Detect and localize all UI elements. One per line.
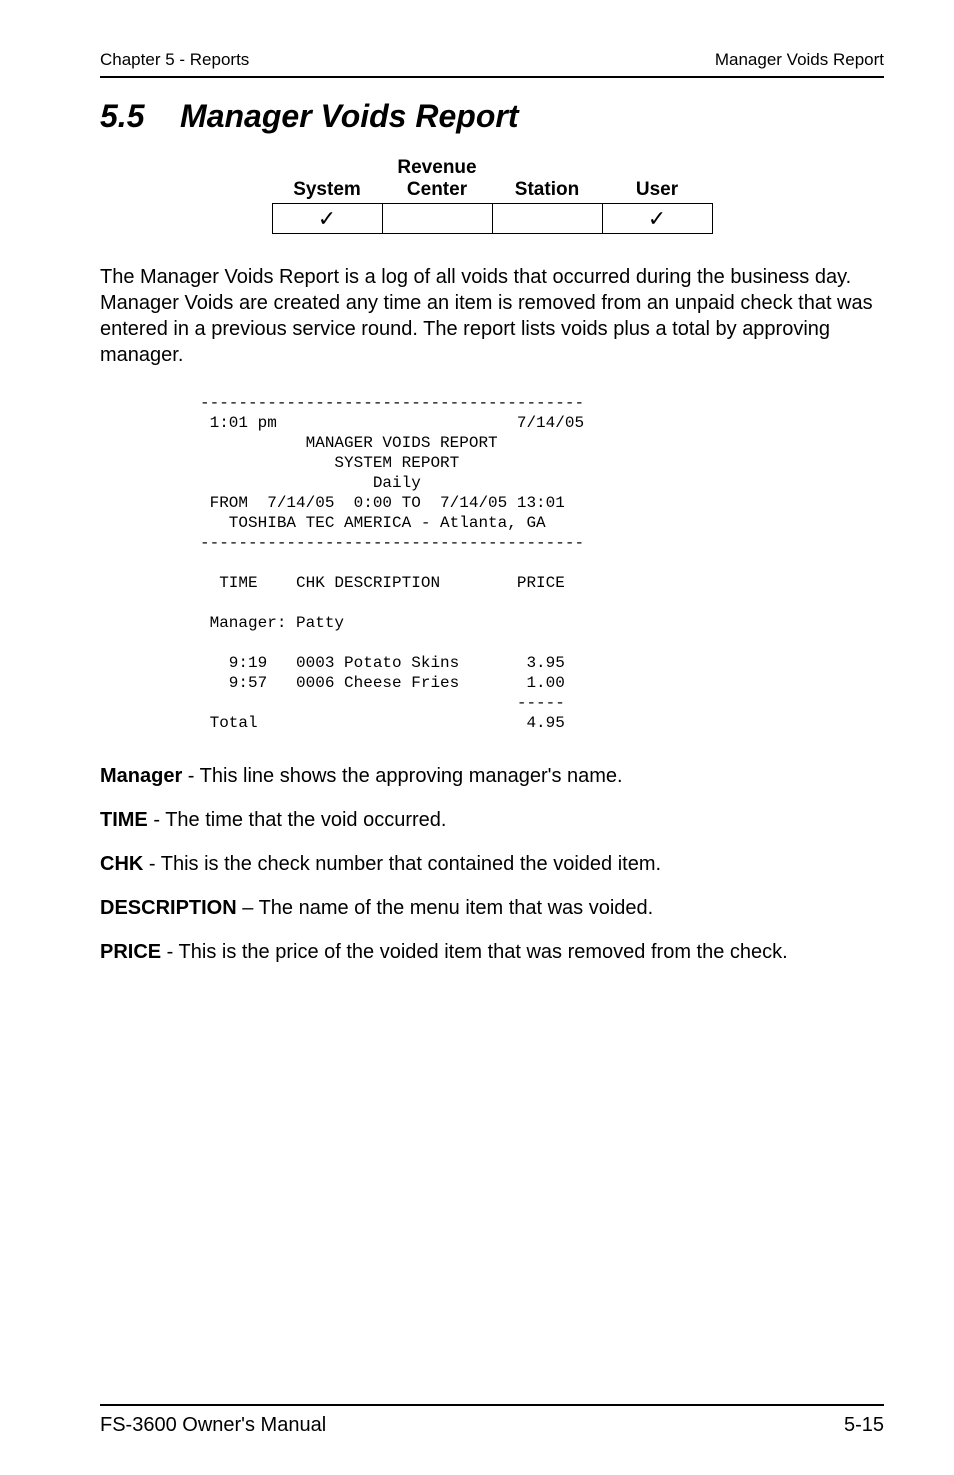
page-header: Chapter 5 - Reports Manager Voids Report [100, 50, 884, 70]
col-system-label: System [293, 179, 361, 200]
cell-system: ✓ [272, 204, 382, 234]
def-time-text: - The time that the void occurred. [148, 809, 447, 831]
col-station: Station [492, 155, 602, 204]
col-revenue-top: Revenue [397, 157, 476, 178]
footer-right: 5-15 [844, 1414, 884, 1437]
def-description: DESCRIPTION – The name of the menu item … [100, 895, 884, 921]
table-row: ✓ ✓ [272, 204, 712, 234]
col-station-label: Station [515, 179, 579, 200]
header-rule [100, 76, 884, 78]
col-center: Revenue Center [382, 155, 492, 204]
cell-user: ✓ [602, 204, 712, 234]
section-number: 5.5 [100, 98, 144, 134]
def-description-text: – The name of the menu item that was voi… [237, 897, 654, 919]
col-user: User [602, 155, 712, 204]
header-right: Manager Voids Report [715, 50, 884, 70]
def-time: TIME - The time that the void occurred. [100, 807, 884, 833]
footer-left: FS-3600 Owner's Manual [100, 1414, 326, 1437]
col-user-label: User [636, 179, 678, 200]
def-time-label: TIME [100, 809, 148, 831]
def-manager-text: - This line shows the approving manager'… [182, 765, 622, 787]
def-manager-label: Manager [100, 765, 182, 787]
def-price-label: PRICE [100, 941, 161, 963]
page-footer: FS-3600 Owner's Manual 5-15 [100, 1404, 884, 1437]
availability-table: System Revenue Center Station User ✓ ✓ [272, 155, 713, 234]
section-title: 5.5 Manager Voids Report [100, 98, 884, 135]
def-chk-text: - This is the check number that containe… [143, 853, 661, 875]
def-manager: Manager - This line shows the approving … [100, 763, 884, 789]
cell-station [492, 204, 602, 234]
def-chk: CHK - This is the check number that cont… [100, 851, 884, 877]
cell-center [382, 204, 492, 234]
def-price: PRICE - This is the price of the voided … [100, 939, 884, 965]
footer-rule [100, 1404, 884, 1406]
col-system: System [272, 155, 382, 204]
header-left: Chapter 5 - Reports [100, 50, 249, 70]
def-description-label: DESCRIPTION [100, 897, 237, 919]
def-price-text: - This is the price of the voided item t… [161, 941, 788, 963]
col-center-label: Center [407, 179, 467, 200]
sample-report: ----------------------------------------… [200, 393, 884, 733]
section-name: Manager Voids Report [180, 98, 518, 134]
def-chk-label: CHK [100, 853, 143, 875]
intro-paragraph: The Manager Voids Report is a log of all… [100, 264, 884, 368]
